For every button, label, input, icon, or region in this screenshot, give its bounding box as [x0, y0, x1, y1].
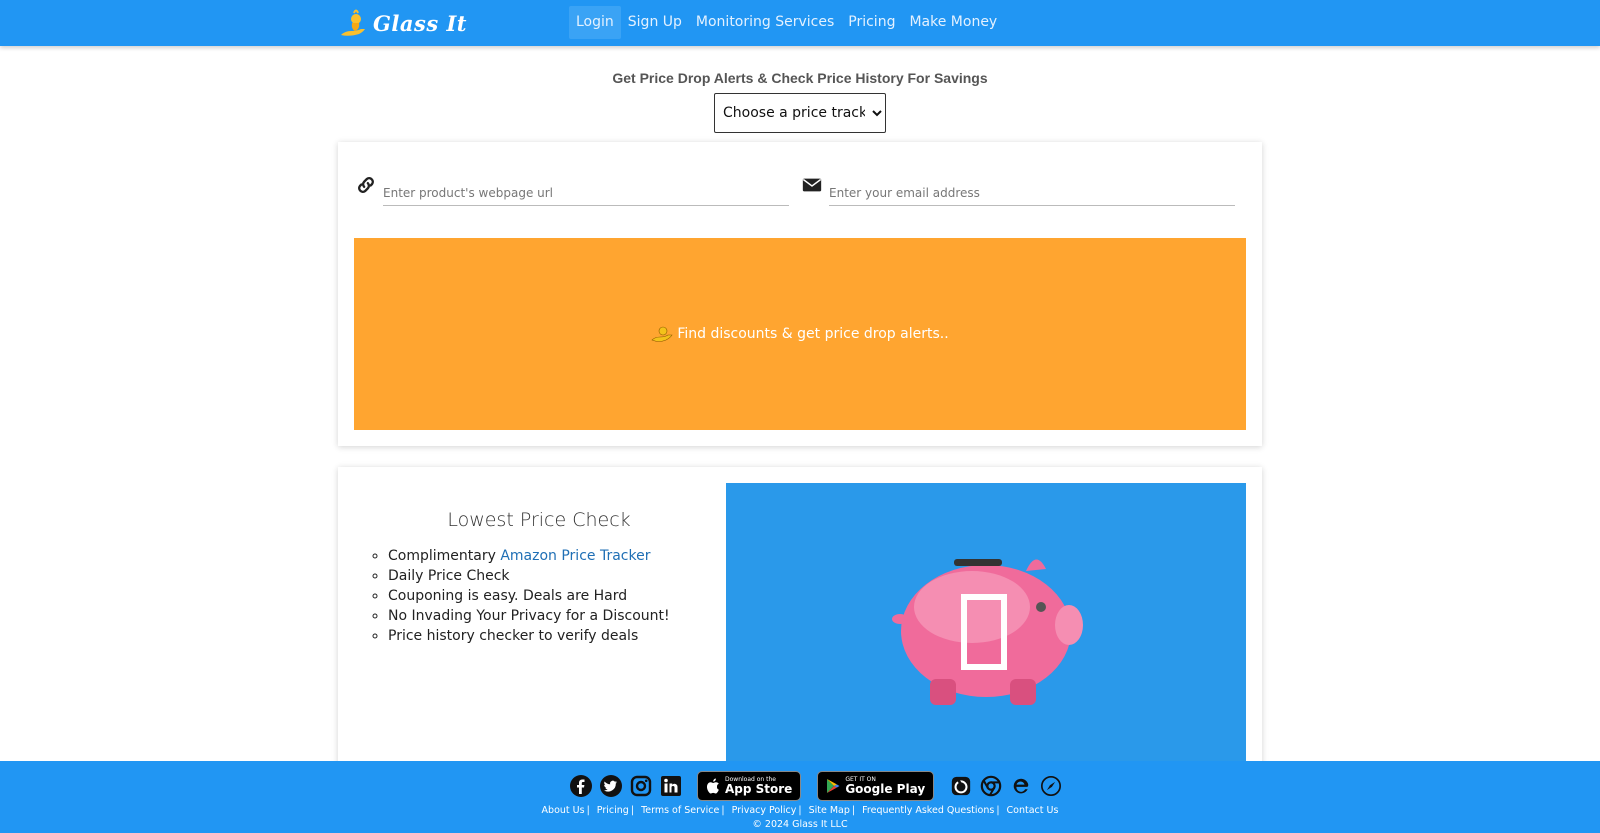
list-item: Price history checker to verify deals — [388, 626, 670, 646]
app-store-text: Download on the App Store — [725, 777, 793, 796]
footer-link-privacy[interactable]: Privacy Policy — [732, 805, 797, 816]
tracker-form-card: Find discounts & get price drop alerts.. — [338, 142, 1262, 446]
nav-sign-up[interactable]: Sign Up — [621, 6, 689, 39]
link-separator: | — [721, 805, 725, 816]
apple-icon — [706, 778, 719, 794]
edge-icon[interactable] — [1010, 775, 1032, 797]
find-discounts-button[interactable]: Find discounts & get price drop alerts.. — [354, 238, 1246, 430]
email-input[interactable] — [829, 172, 1235, 206]
find-discounts-label: Find discounts & get price drop alerts.. — [677, 326, 949, 342]
app-store-badge[interactable]: Download on the App Store — [697, 771, 802, 801]
footer: Download on the App Store GET IT ON Goog… — [0, 761, 1600, 833]
link-separator: | — [798, 805, 802, 816]
nav-monitoring-services[interactable]: Monitoring Services — [689, 6, 841, 39]
email-field — [801, 172, 1241, 218]
facebook-icon[interactable] — [569, 774, 593, 798]
brand-name: Glass It — [373, 10, 467, 36]
feature-list: Complimentary Amazon Price Tracker Daily… — [388, 546, 670, 646]
link-icon — [358, 177, 374, 193]
google-play-icon — [827, 779, 840, 793]
link-separator: | — [851, 805, 856, 816]
feature-text: Complimentary — [388, 548, 501, 564]
google-play-big-text: Google Play — [845, 782, 926, 796]
nav-make-money[interactable]: Make Money — [902, 6, 1004, 39]
footer-link-site-map[interactable]: Site Map — [809, 805, 850, 816]
hero-panel — [726, 483, 1246, 783]
footer-link-pricing[interactable]: Pricing — [597, 805, 629, 816]
list-item: Complimentary Amazon Price Tracker — [388, 546, 670, 566]
list-item: Daily Price Check — [388, 566, 670, 586]
link-separator: | — [630, 805, 635, 816]
link-separator: | — [996, 805, 1000, 816]
nav-pricing[interactable]: Pricing — [841, 6, 902, 39]
url-field — [355, 172, 795, 218]
piggy-bank-icon — [892, 559, 1083, 705]
nav-menu: Login Sign Up Monitoring Services Pricin… — [569, 6, 1004, 39]
page-headline: Get Price Drop Alerts & Check Price Hist… — [612, 70, 988, 86]
chrome-icon[interactable] — [980, 775, 1002, 797]
safari-icon[interactable] — [1040, 775, 1062, 797]
nav-login[interactable]: Login — [569, 6, 621, 39]
footer-link-terms[interactable]: Terms of Service — [641, 805, 719, 816]
link-separator: | — [586, 805, 590, 816]
list-item: No Invading Your Privacy for a Discount! — [388, 606, 670, 626]
firefox-icon[interactable] — [950, 775, 972, 797]
linkedin-icon[interactable] — [659, 774, 683, 798]
app-store-big-text: App Store — [725, 782, 793, 796]
footer-links: About Us | Pricing | Terms of Service | Pri… — [0, 805, 1600, 816]
top-navbar: Glass It Login Sign Up Monitoring Servic… — [0, 0, 1600, 46]
brand-logo[interactable]: Glass It — [339, 6, 467, 40]
instagram-icon[interactable] — [629, 774, 653, 798]
google-play-text: GET IT ON Google Play — [845, 777, 926, 796]
footer-link-contact-us[interactable]: Contact Us — [1007, 805, 1059, 816]
social-row: Download on the App Store GET IT ON Goog… — [569, 771, 1070, 801]
product-url-input[interactable] — [383, 172, 789, 206]
copyright: © 2024 Glass It LLC — [752, 819, 848, 830]
google-play-badge[interactable]: GET IT ON Google Play — [817, 771, 935, 801]
lowest-price-card: Lowest Price Check Complimentary Amazon … — [338, 467, 1262, 783]
list-item: Couponing is easy. Deals are Hard — [388, 586, 670, 606]
price-tracker-select[interactable]: Choose a price tracker — [714, 93, 886, 133]
section-title: Lowest Price Check — [447, 509, 631, 531]
envelope-icon — [802, 178, 822, 192]
footer-link-faq[interactable]: Frequently Asked Questions — [862, 805, 994, 816]
amazon-price-tracker-link[interactable]: Amazon Price Tracker — [500, 548, 650, 564]
genie-lamp-icon — [341, 9, 365, 36]
twitter-icon[interactable] — [599, 774, 623, 798]
genie-lamp-icon — [651, 326, 673, 342]
footer-link-about-us[interactable]: About Us — [542, 805, 585, 816]
